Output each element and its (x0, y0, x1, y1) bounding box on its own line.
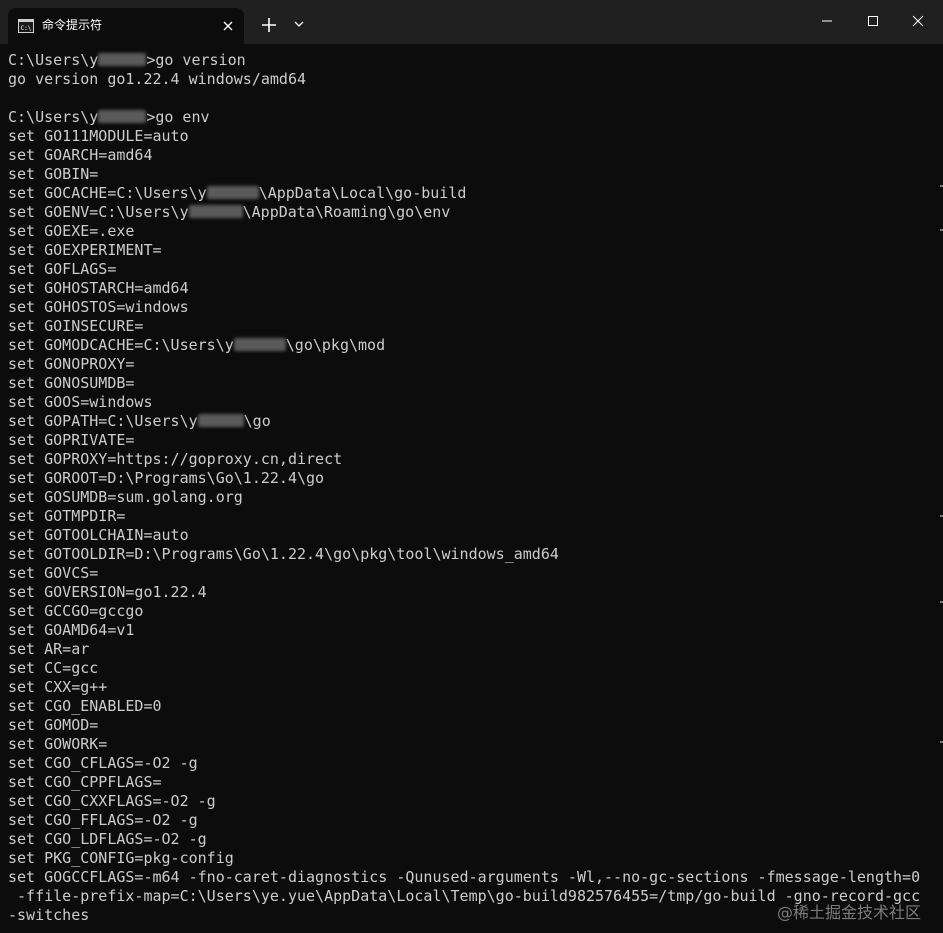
chevron-down-icon[interactable] (290, 15, 308, 33)
line-text: >go version (146, 51, 246, 69)
terminal-line: set GOCACHE=C:\Users\y \AppData\Local\go-… (8, 184, 920, 203)
redacted-username (197, 414, 244, 427)
terminal-line: set GOAMD64=v1 (8, 621, 135, 639)
terminal-line: go version go1.22.4 windows/amd64 (8, 70, 307, 88)
terminal-output[interactable]: C:\Users\y >go version go version go1.22.4… (0, 44, 936, 933)
watermark: @稀土掘金技术社区 (777, 903, 922, 922)
terminal-line: set AR=ar (8, 640, 90, 658)
line-text: \go\pkg\mod (285, 336, 386, 354)
terminal-line: set GOGCCFLAGS=-m64 -fno-caret-diagnosti… (8, 868, 921, 886)
line-text: C:\Users\y (8, 51, 99, 69)
terminal-line: set PKG_CONFIG=pkg-config (8, 849, 234, 867)
terminal-line: set GOFLAGS= (8, 260, 117, 278)
close-icon[interactable] (895, 0, 941, 42)
command-prompt-icon: C:\ (18, 18, 34, 33)
terminal-line: set GOEXPERIMENT= (8, 241, 162, 259)
terminal-line: set GOTMPDIR= (8, 507, 126, 525)
line-text: set GOCACHE=C:\Users\y (8, 184, 207, 202)
svg-text:C:\: C:\ (21, 25, 32, 32)
redacted-username (98, 53, 147, 66)
minimize-icon[interactable] (804, 0, 850, 42)
terminal-line: set GOINSECURE= (8, 317, 144, 335)
terminal-line: set GOTOOLDIR=D:\Programs\Go\1.22.4\go\p… (8, 545, 559, 563)
terminal-line: set GCCGO=gccgo (8, 602, 144, 620)
line-text: \AppData\Local\go-build (258, 184, 467, 202)
terminal-line: set GOARCH=amd64 (8, 146, 153, 164)
redacted-username (98, 110, 147, 123)
terminal-line: set GONOPROXY= (8, 355, 135, 373)
terminal-line: set GOMOD= (8, 716, 99, 734)
line-text: set GOPATH=C:\Users\y (8, 412, 198, 430)
terminal-lines: C:\Users\y >go version go version go1.22.4… (8, 51, 920, 925)
terminal-line: set GOSUMDB=sum.golang.org (8, 488, 243, 506)
terminal-line: set GOMODCACHE=C:\Users\y \go\pkg\mod (8, 336, 920, 355)
terminal-line: set GOROOT=D:\Programs\Go\1.22.4\go (8, 469, 325, 487)
terminal-line: set GOTOOLCHAIN=auto (8, 526, 189, 544)
terminal-line: set CC=gcc (8, 659, 99, 677)
terminal-line: set CGO_LDFLAGS=-O2 -g (8, 830, 207, 848)
line-text: \go (243, 412, 271, 430)
terminal-line: set CGO_CPPFLAGS= (8, 773, 162, 791)
terminal-line: set GO111MODULE=auto (8, 127, 189, 145)
line-text: set GOMODCACHE=C:\Users\y (8, 336, 234, 354)
terminal-line: set GOEXE=.exe (8, 222, 135, 240)
close-icon[interactable] (218, 16, 238, 36)
terminal-line: set CGO_CXXFLAGS=-O2 -g (8, 792, 216, 810)
terminal-line: set GOVCS= (8, 564, 99, 582)
terminal-line: set CGO_FFLAGS=-O2 -g (8, 811, 198, 829)
line-text: set GOENV=C:\Users\y (8, 203, 189, 221)
terminal-line: set GOBIN= (8, 165, 99, 183)
terminal-line: set GOOS=windows (8, 393, 153, 411)
line-text: C:\Users\y (8, 108, 99, 126)
terminal-line: set GOHOSTARCH=amd64 (8, 279, 189, 297)
redacted-username (188, 205, 243, 218)
tab-command-prompt[interactable]: C:\ 命令提示符 (8, 8, 244, 44)
terminal-line: set GOVERSION=go1.22.4 (8, 583, 207, 601)
terminal-line: set GOPATH=C:\Users\y \go (8, 412, 920, 431)
line-text: >go env (146, 108, 210, 126)
terminal-line: set CXX=g++ (8, 678, 108, 696)
terminal-line: set GOHOSTOS=windows (8, 298, 189, 316)
redacted-username (233, 338, 286, 351)
terminal-line: set CGO_CFLAGS=-O2 -g (8, 754, 198, 772)
terminal-line: C:\Users\y >go version (8, 51, 920, 70)
tab-title: 命令提示符 (42, 18, 103, 32)
terminal-line: set GOPROXY=https://goproxy.cn,direct (8, 450, 343, 468)
terminal-line: set GONOSUMDB= (8, 374, 135, 392)
title-bar: C:\ 命令提示符 (0, 0, 943, 44)
terminal-line: C:\Users\y >go env (8, 108, 920, 127)
line-text: \AppData\Roaming\go\env (242, 203, 451, 221)
terminal-line: set GOPRIVATE= (8, 431, 135, 449)
plus-icon[interactable] (257, 13, 281, 37)
terminal-line: set CGO_ENABLED=0 (8, 697, 162, 715)
scrollbar[interactable] (937, 44, 943, 933)
terminal-line: set GOENV=C:\Users\y \AppData\Roaming\go\… (8, 203, 920, 222)
maximize-icon[interactable] (850, 0, 896, 42)
redacted-username (206, 186, 259, 199)
terminal-line: set GOWORK= (8, 735, 108, 753)
